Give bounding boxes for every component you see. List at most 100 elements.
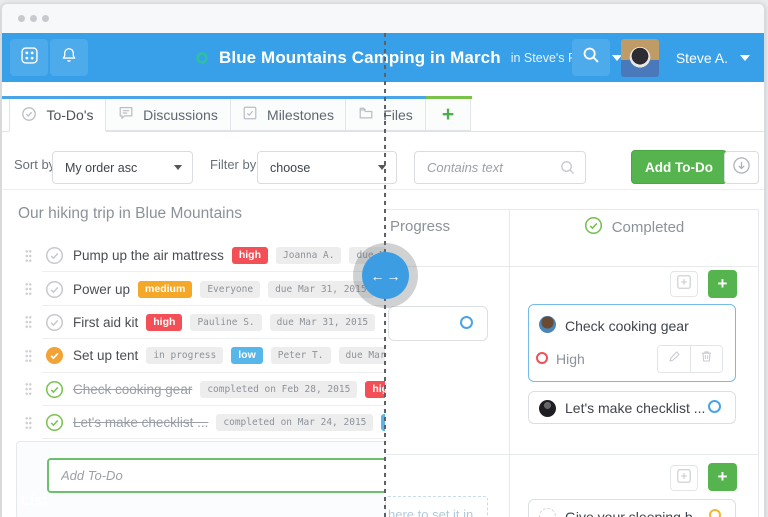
check-circle-icon[interactable]: [45, 280, 64, 299]
assignee-avatar-placeholder: [539, 508, 556, 517]
comparison-drag-handle[interactable]: ← →: [362, 252, 409, 299]
drag-handle-icon[interactable]: [25, 315, 32, 330]
window-controls[interactable]: [18, 15, 49, 22]
todo-row[interactable]: First aid kit high Pauline S. due Mar 31, 2…: [2, 306, 385, 340]
arrow-right-icon: →: [386, 267, 401, 284]
search-button[interactable]: [571, 39, 610, 76]
filter-select[interactable]: choose: [257, 151, 397, 184]
project-status-icon: [196, 51, 208, 64]
completed-date-badge: completed on Feb 28, 2015: [200, 380, 358, 398]
drag-handle-icon[interactable]: [25, 382, 32, 397]
filter-bar: Sort by My order asc Filter by choose Ad…: [2, 141, 764, 190]
check-circle-icon[interactable]: [45, 413, 64, 432]
card-title: Give your sleeping b...: [565, 509, 705, 517]
filter-by-label: Filter by: [210, 157, 257, 172]
sort-select[interactable]: My order asc: [52, 151, 193, 184]
drag-handle-icon[interactable]: [25, 282, 32, 297]
user-area: Steve A.: [571, 33, 764, 82]
box-plus-icon: [676, 468, 692, 489]
board-pane: Progress Completed here to set it in + C…: [385, 190, 764, 517]
check-circle-icon[interactable]: [45, 313, 64, 332]
tab-discussions[interactable]: Discussions: [106, 99, 231, 131]
user-menu-chevron-icon[interactable]: [740, 54, 750, 61]
check-circle-icon[interactable]: [45, 380, 64, 399]
add-todo-input[interactable]: [47, 458, 385, 493]
due-date-badge: due Mar 31, 2015: [268, 280, 374, 298]
chevron-down-icon: [174, 165, 182, 170]
add-card-outline-button[interactable]: [670, 465, 698, 491]
user-avatar[interactable]: [620, 38, 659, 77]
completed-column-header: Completed: [509, 216, 759, 239]
box-plus-icon: [676, 274, 692, 295]
todo-rows: Pump up the air mattress high Joanna A. due…: [2, 239, 385, 440]
tab-todos[interactable]: To-Do's: [9, 99, 106, 132]
tabs: To-Do's Discussions Milestones Files +: [9, 99, 471, 132]
apps-grid-icon: [19, 45, 40, 71]
tab-label: Files: [383, 106, 413, 123]
priority-badge: high: [231, 247, 268, 265]
completed-card[interactable]: Let's make checklist ...: [528, 391, 736, 424]
completed-card-selected[interactable]: Check cooking gear High: [528, 304, 736, 382]
tab-milestones[interactable]: Milestones: [231, 99, 346, 131]
check-circle-icon[interactable]: [45, 246, 64, 265]
status-circle-icon[interactable]: [708, 400, 721, 413]
add-todo-button[interactable]: Add To-Do: [631, 150, 727, 184]
progress-column-header: Progress: [390, 218, 451, 235]
assignee-badge: Joanna A.: [276, 247, 342, 265]
assignee-badge: Pauline S.: [190, 313, 262, 331]
assignee-avatar: [539, 400, 556, 417]
bell-icon: [59, 45, 79, 70]
drag-handle-icon[interactable]: [25, 415, 32, 430]
filter-select-value: choose: [270, 160, 311, 175]
edit-button[interactable]: [658, 346, 690, 372]
todo-row[interactable]: Set up tent in progress low Peter T. due Mar…: [2, 339, 385, 373]
drag-handle-icon[interactable]: [25, 348, 32, 363]
delete-button[interactable]: [690, 346, 722, 372]
download-button[interactable]: [724, 151, 759, 184]
check-circle-icon[interactable]: [45, 346, 64, 365]
todo-title: Let's make checklist ...: [73, 415, 209, 431]
contains-text-input[interactable]: [414, 151, 586, 184]
todo-title: Set up tent: [73, 348, 139, 364]
board-right-border: [758, 209, 759, 517]
user-name[interactable]: Steve A.: [676, 50, 728, 66]
project-title: Blue Mountains Camping in March: [219, 47, 501, 67]
status-badge: in progress: [146, 347, 224, 365]
todo-row[interactable]: Check cooking gear completed on Feb 28, 2…: [2, 373, 385, 406]
priority-badge: high: [365, 380, 385, 398]
assignee-avatar: [539, 316, 556, 333]
status-circle-icon[interactable]: [709, 509, 721, 517]
folder-icon: [358, 105, 374, 124]
progress-dropzone[interactable]: here to set it in: [385, 496, 488, 517]
list-watermark: List: [21, 492, 48, 509]
notifications-button[interactable]: [50, 39, 88, 76]
sort-by-label: Sort by: [14, 157, 56, 172]
status-circle-icon[interactable]: [460, 316, 473, 329]
todo-row[interactable]: Pump up the air mattress high Joanna A. due…: [2, 239, 385, 273]
drag-handle-icon[interactable]: [25, 248, 32, 263]
progress-card[interactable]: [388, 306, 488, 341]
download-icon: [732, 156, 751, 180]
priority-badge: low: [231, 347, 263, 365]
add-card-outline-button[interactable]: [670, 271, 698, 297]
tab-label: To-Do's: [46, 107, 94, 123]
card-title: Check cooking gear: [565, 318, 689, 334]
board-top-border: [385, 209, 759, 210]
apps-grid-button[interactable]: [10, 39, 48, 76]
todo-row[interactable]: Let's make checklist ... completed on Mar…: [2, 406, 385, 440]
pencil-icon: [667, 349, 682, 369]
assignee-badge: Peter T.: [270, 347, 331, 365]
tab-files[interactable]: Files: [346, 99, 426, 131]
todo-title: Pump up the air mattress: [73, 248, 224, 264]
tab-label: Discussions: [143, 106, 218, 123]
add-card-button[interactable]: +: [708, 270, 737, 298]
completed-card[interactable]: Give your sleeping b...: [528, 499, 736, 517]
app-header: Blue Mountains Camping in March in Steve…: [2, 33, 764, 82]
todo-row[interactable]: Power up medium Everyone due Mar 31, 2015: [2, 272, 385, 306]
plus-icon: +: [717, 467, 728, 486]
column-divider: [509, 209, 510, 517]
project-title-group[interactable]: Blue Mountains Camping in March in Steve…: [196, 33, 622, 82]
trash-icon: [699, 349, 714, 369]
tab-add-new[interactable]: +: [426, 99, 471, 131]
add-card-button[interactable]: +: [708, 463, 737, 491]
